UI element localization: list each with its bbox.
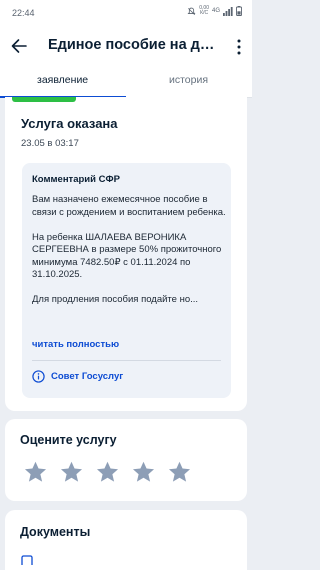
- document-icon: [21, 555, 33, 565]
- status-card: Услуга оказана 23.05 в 03:17 Комментарий…: [5, 97, 247, 411]
- status-accent-bar: [12, 97, 76, 102]
- info-circle-icon: [32, 370, 45, 383]
- status-time: 22:44: [12, 8, 35, 18]
- rating-card: Оцените услугу: [5, 419, 247, 501]
- status-title: Услуга оказана: [21, 116, 118, 131]
- status-icons: 0,00 К/С 4G: [187, 6, 242, 16]
- status-bar: 22:44 0,00 К/С 4G: [0, 0, 252, 26]
- tab-history[interactable]: история: [169, 74, 208, 86]
- advice-label: Совет Госуслуг: [51, 371, 124, 382]
- rating-stars: [24, 461, 191, 483]
- comment-block: Комментарий СФР Вам назначено ежемесячно…: [22, 163, 231, 398]
- star-icon[interactable]: [96, 461, 119, 483]
- status-date: 23.05 в 03:17: [21, 138, 79, 149]
- network-type: 4G: [211, 8, 220, 14]
- tab-application[interactable]: заявление: [37, 74, 88, 86]
- signal-icon: [223, 6, 233, 16]
- battery-icon: [236, 6, 242, 16]
- comment-paragraph: На ребенка ШАЛАЕВА ВЕРОНИКА СЕРГЕЕВНА в …: [32, 231, 222, 281]
- comment-divider: [32, 360, 221, 361]
- documents-card: Документы: [5, 510, 247, 570]
- app-bar: Единое пособие на детей: [0, 26, 252, 66]
- read-more-link[interactable]: читать полностью: [32, 339, 119, 350]
- star-icon[interactable]: [132, 461, 155, 483]
- star-icon[interactable]: [168, 461, 191, 483]
- rating-title: Оцените услугу: [20, 433, 117, 447]
- advice-link[interactable]: Совет Госуслуг: [32, 370, 123, 383]
- arrow-left-icon[interactable]: [10, 37, 28, 55]
- star-icon[interactable]: [24, 461, 47, 483]
- bell-off-icon: [187, 7, 196, 15]
- comment-paragraph: Для продления пособия подайте но...: [32, 294, 199, 305]
- comment-paragraph: Вам назначено ежемесячное пособие в связ…: [32, 194, 226, 218]
- more-vertical-icon[interactable]: [234, 38, 244, 56]
- comment-text: Вам назначено ежемесячное пособие в связ…: [32, 194, 227, 307]
- tab-bar: заявление история: [0, 66, 252, 98]
- documents-title: Документы: [20, 525, 91, 539]
- net-speed: 0,00 К/С: [199, 5, 209, 16]
- page-title: Единое пособие на детей: [48, 37, 218, 53]
- star-icon[interactable]: [60, 461, 83, 483]
- comment-title: Комментарий СФР: [32, 174, 120, 185]
